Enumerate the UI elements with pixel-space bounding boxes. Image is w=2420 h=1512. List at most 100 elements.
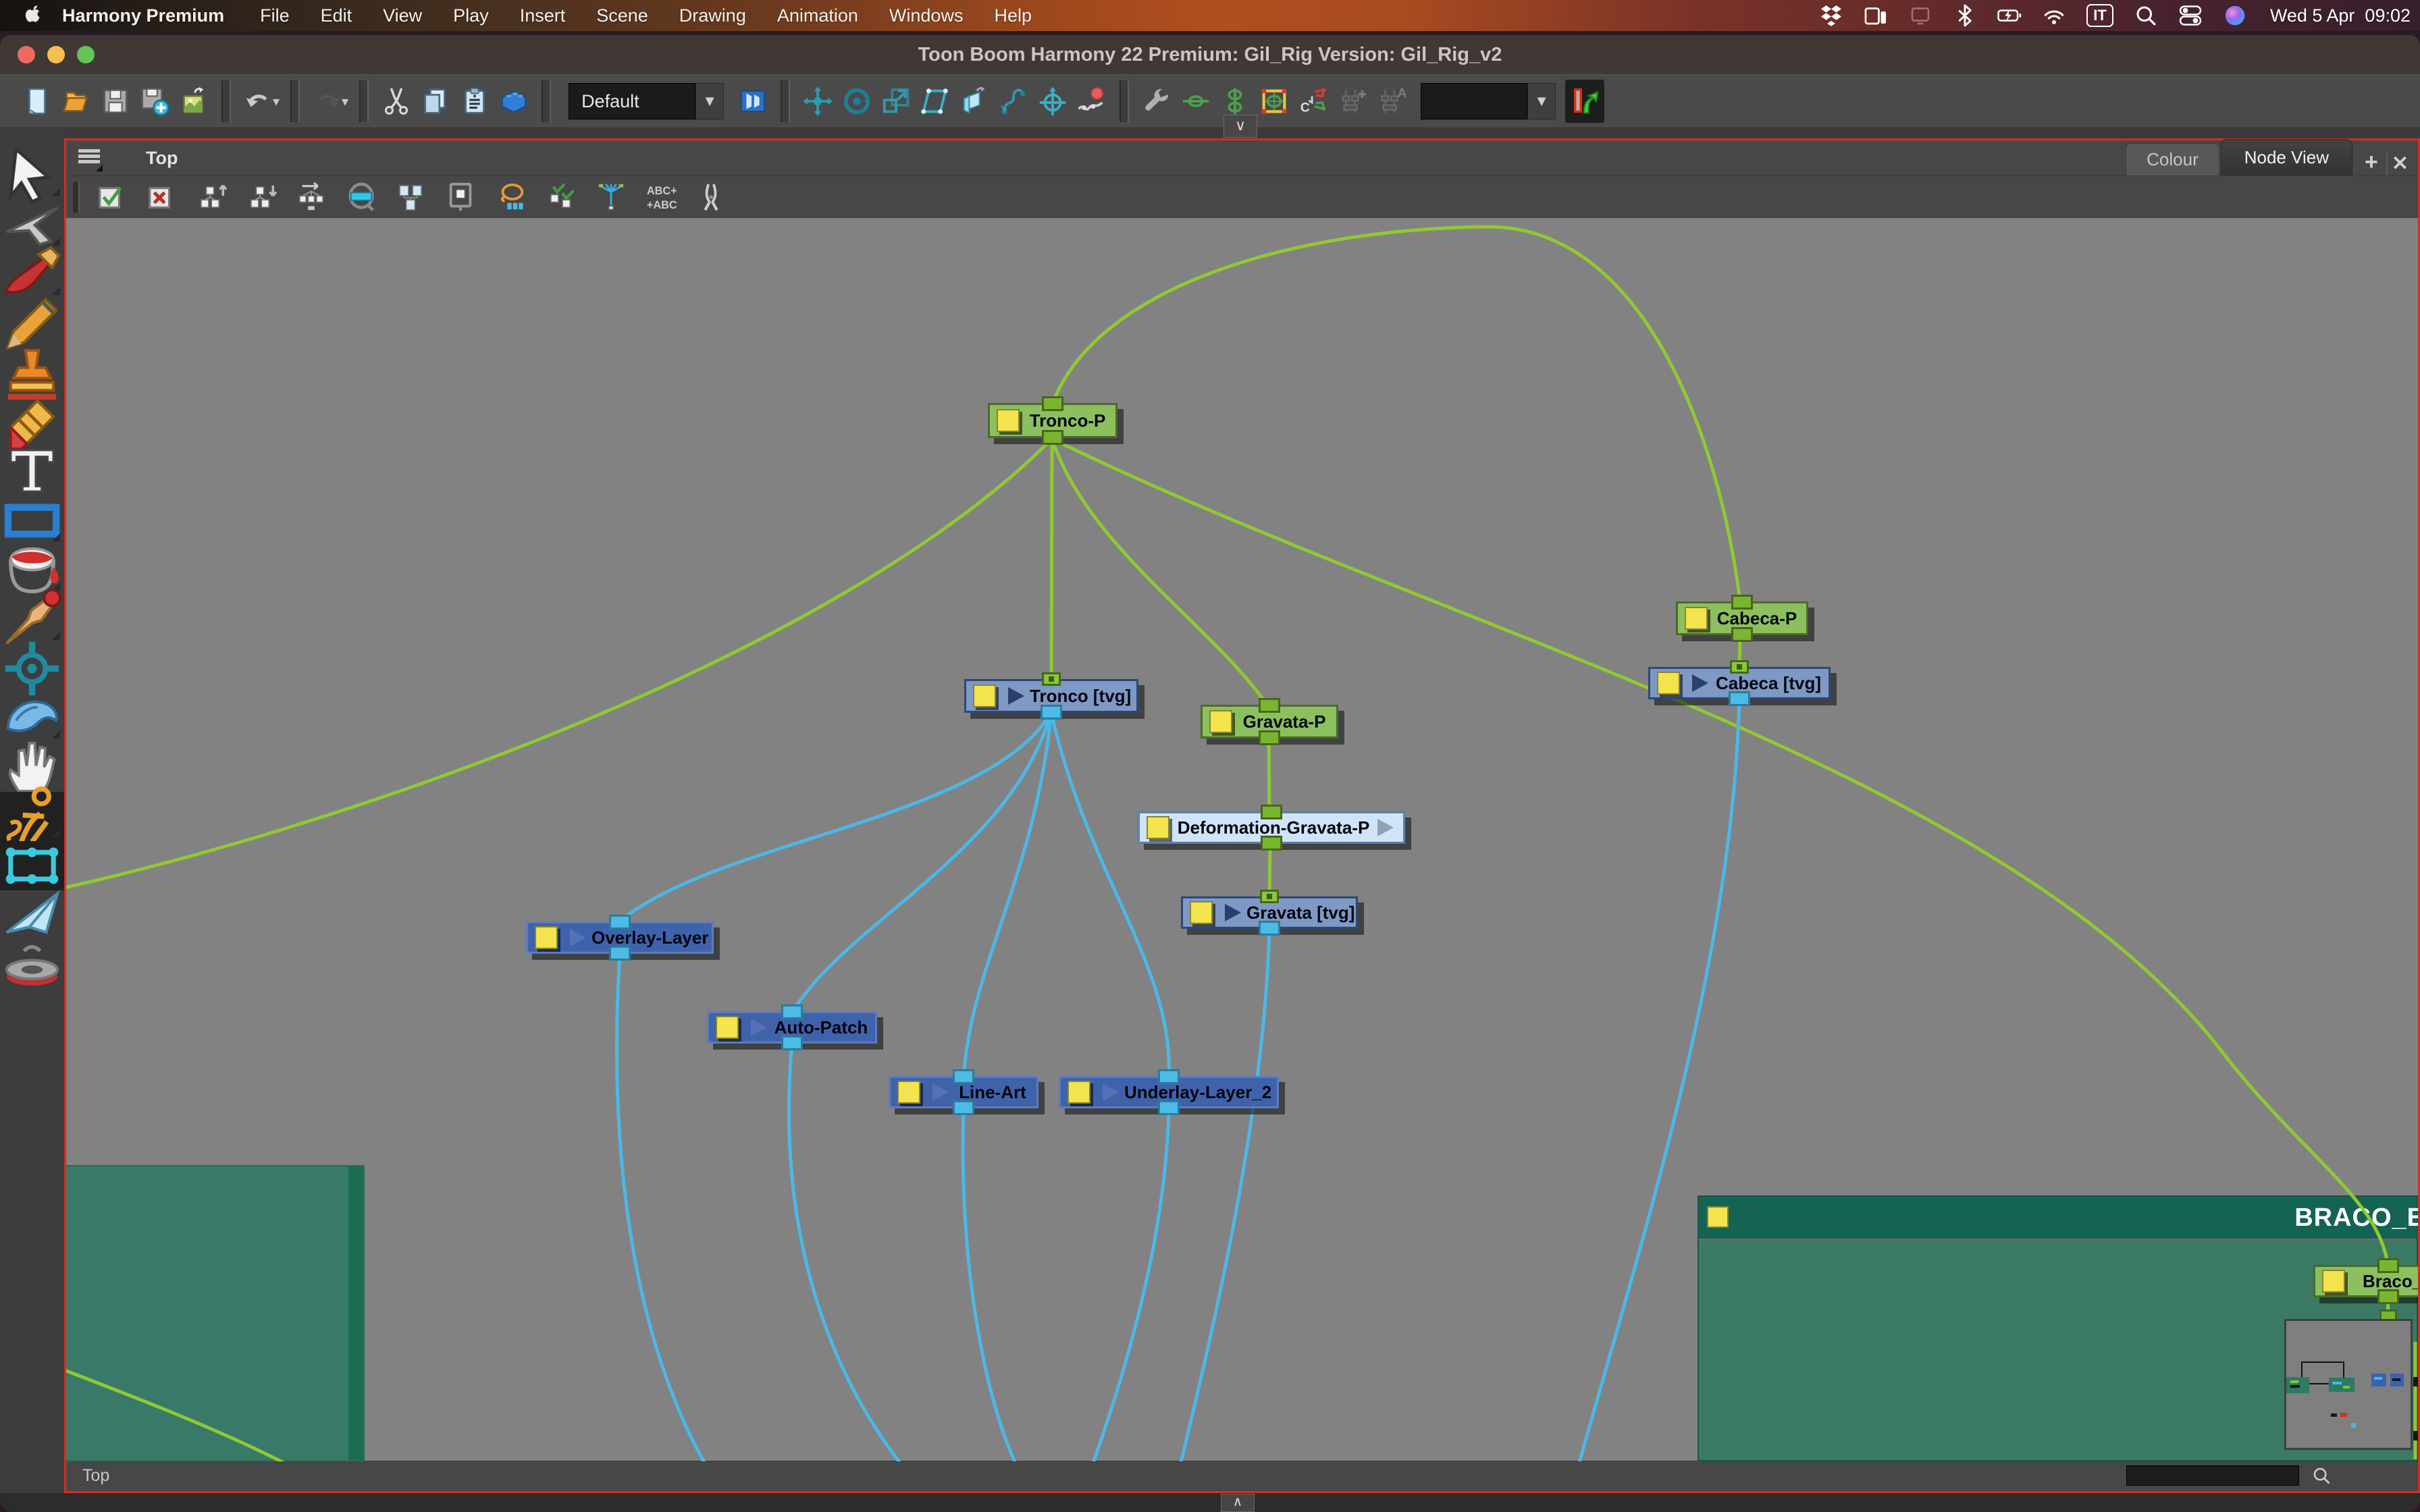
close-view-button[interactable]: ✕ <box>2386 152 2418 176</box>
dropbox-icon[interactable] <box>1819 3 1843 28</box>
select-related-button[interactable] <box>342 178 381 216</box>
ellipse-mode-button[interactable] <box>1176 80 1215 123</box>
output-port[interactable] <box>2377 1289 2399 1304</box>
toolbar-drag-handle[interactable] <box>73 182 80 213</box>
input-source-icon[interactable]: IT <box>2086 4 2113 27</box>
input-port[interactable] <box>609 915 631 929</box>
magnifier-icon[interactable] <box>2311 1465 2332 1486</box>
node-cabeca-tvg[interactable]: Cabeca [tvg] <box>1648 667 1831 699</box>
control-center-icon[interactable] <box>2178 3 2203 28</box>
tool-turntable[interactable] <box>0 940 64 989</box>
chevron-down-icon[interactable]: ▼ <box>1527 83 1556 119</box>
translate-button[interactable] <box>798 80 837 123</box>
node-thumbnail-toggle[interactable] <box>2322 1270 2345 1293</box>
disable-node-button[interactable] <box>142 178 181 216</box>
siri-icon[interactable] <box>2223 3 2247 28</box>
node-underlay-layer-2[interactable]: Underlay-Layer_2 <box>1059 1076 1279 1108</box>
node-graph-canvas[interactable]: BRACO_ETronco-PCabeca-PCabeca [tvg]Tronc… <box>66 218 2418 1461</box>
dropdown-caret-icon[interactable]: ▾ <box>342 93 348 110</box>
menu-windows[interactable]: Windows <box>874 5 979 26</box>
node-expand-icon[interactable] <box>1692 674 1708 692</box>
skew-button[interactable] <box>916 80 955 123</box>
cut-button[interactable] <box>377 80 416 123</box>
node-thumbnail-toggle[interactable] <box>1685 607 1708 630</box>
input-port[interactable] <box>1731 595 1753 610</box>
node-thumbnail-toggle[interactable] <box>535 926 558 949</box>
output-port[interactable] <box>1259 730 1280 745</box>
backdrop-color-swatch[interactable] <box>1707 1206 1729 1228</box>
function-curve-button[interactable] <box>1072 80 1111 123</box>
rotate-button[interactable] <box>837 80 876 123</box>
copy-button[interactable] <box>416 80 455 123</box>
input-port[interactable] <box>781 1004 803 1019</box>
composite-nodes-button[interactable] <box>392 178 431 216</box>
menu-harmony-premium[interactable]: Harmony Premium <box>61 5 244 26</box>
node-expand-icon[interactable] <box>1225 904 1241 921</box>
auto-slider-button[interactable]: A <box>1372 80 1411 123</box>
spotlight-icon[interactable] <box>2134 3 2158 28</box>
node-expand-icon[interactable] <box>570 929 586 946</box>
menu-view[interactable]: View <box>367 5 438 26</box>
output-port[interactable] <box>1042 430 1063 445</box>
node-expand-icon[interactable] <box>751 1019 767 1036</box>
node-expand-icon[interactable] <box>1008 687 1024 705</box>
input-port[interactable] <box>953 1069 974 1084</box>
node-thumbnail-toggle[interactable] <box>973 684 996 707</box>
home-icon[interactable] <box>113 144 142 172</box>
panel-menu-icon[interactable] <box>77 147 104 169</box>
set-pivot-button[interactable] <box>1033 80 1072 123</box>
input-port[interactable] <box>1259 698 1280 713</box>
add-view-button[interactable]: + <box>2354 149 2385 176</box>
output-port[interactable] <box>953 1100 974 1115</box>
output-port[interactable] <box>1259 921 1280 936</box>
new-scene-button[interactable] <box>18 80 57 123</box>
battery-icon[interactable] <box>1997 3 2022 28</box>
node-gravata-p[interactable]: Gravata-P <box>1201 705 1338 738</box>
backdrop-left-group[interactable] <box>66 1165 365 1461</box>
menu-play[interactable]: Play <box>438 5 504 26</box>
node-tronco-tvg[interactable]: Tronco [tvg] <box>964 679 1138 713</box>
output-port[interactable] <box>781 1035 803 1050</box>
node-thumbnail-toggle[interactable] <box>1147 816 1169 839</box>
key-exposure-button[interactable]: C <box>1294 80 1333 123</box>
save-button[interactable] <box>96 80 135 123</box>
node-thumbnail-toggle[interactable] <box>1657 672 1680 695</box>
output-port[interactable] <box>1731 627 1753 642</box>
node-search-input[interactable] <box>2126 1465 2299 1486</box>
node-auto-patch[interactable]: Auto-Patch <box>707 1011 877 1044</box>
input-port[interactable] <box>1158 1069 1180 1084</box>
node-cabeca-p[interactable]: Cabeca-P <box>1676 601 1808 635</box>
node-thumbnail-toggle[interactable] <box>897 1081 920 1104</box>
input-port[interactable] <box>1042 396 1063 411</box>
show-control-flow-button[interactable] <box>1565 80 1604 123</box>
input-port[interactable] <box>1260 890 1279 903</box>
menu-edit[interactable]: Edit <box>305 5 368 26</box>
spline-offset-button[interactable] <box>994 80 1033 123</box>
node-deformation-gravata-p[interactable]: Deformation-Gravata-P <box>1138 811 1405 844</box>
apple-icon[interactable] <box>20 4 43 27</box>
menubar-clock[interactable]: Wed 5 Apr 09:02 <box>2261 5 2420 26</box>
output-port[interactable] <box>1261 836 1282 850</box>
workspace-dropdown[interactable]: Default▼ <box>569 83 724 119</box>
node-thumbnail-toggle[interactable] <box>997 409 1020 432</box>
tab-node-view[interactable]: Node View <box>2221 139 2352 176</box>
node-overlay-layer[interactable]: Overlay-Layer <box>526 921 714 954</box>
save-version-button[interactable] <box>135 80 174 123</box>
bluetooth-icon[interactable] <box>1953 3 1977 28</box>
move-down-button[interactable] <box>242 178 281 216</box>
chevron-down-icon[interactable]: ▼ <box>695 83 724 119</box>
output-port[interactable] <box>609 946 631 961</box>
rename-nodes-button[interactable]: ABC++ABC <box>641 178 681 216</box>
export-image-button[interactable] <box>174 80 213 123</box>
scale-button[interactable] <box>876 80 916 123</box>
node-expand-icon[interactable] <box>1377 819 1394 836</box>
paste-button[interactable] <box>455 80 494 123</box>
node-braco-es[interactable]: Braco_Es <box>2313 1265 2418 1297</box>
node-expand-icon[interactable] <box>1103 1083 1119 1101</box>
enable-node-button[interactable] <box>92 178 131 216</box>
input-port[interactable] <box>1261 805 1282 819</box>
output-port[interactable] <box>1158 1100 1180 1115</box>
spread-outputs-button[interactable] <box>591 178 631 216</box>
wifi-icon[interactable] <box>2042 3 2066 28</box>
node-thumbnail-toggle[interactable] <box>1068 1081 1090 1104</box>
